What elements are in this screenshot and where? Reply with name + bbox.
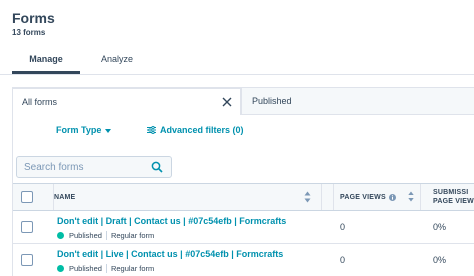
sort-icon[interactable] bbox=[408, 191, 414, 202]
info-icon[interactable] bbox=[388, 193, 396, 201]
page-title: Forms bbox=[12, 10, 55, 26]
status-badge: Published bbox=[69, 231, 102, 240]
column-page-views-label: PAGE VIEWS bbox=[340, 193, 386, 201]
submissions-cell: 0% bbox=[433, 222, 447, 232]
search-input[interactable] bbox=[24, 157, 149, 177]
select-all-checkbox[interactable] bbox=[21, 191, 33, 203]
view-tab-all-forms[interactable]: All forms bbox=[12, 88, 241, 115]
filter-icon bbox=[147, 126, 156, 134]
status-dot-icon bbox=[57, 232, 64, 239]
meta-separator bbox=[105, 231, 107, 240]
form-type-filter[interactable]: Form Type bbox=[56, 125, 112, 135]
meta-separator bbox=[105, 264, 107, 273]
page-views-cell: 0 bbox=[340, 255, 346, 265]
table-row: Don't edit | Draft | Contact us | #07c54… bbox=[13, 211, 474, 244]
close-icon[interactable] bbox=[222, 97, 232, 107]
sort-icon[interactable] bbox=[304, 191, 311, 203]
page-views-cell: 0 bbox=[340, 222, 346, 232]
form-type: Regular form bbox=[110, 264, 155, 273]
column-name-label: NAME bbox=[54, 193, 76, 201]
table-row: Don't edit | Live | Contact us | #07c54e… bbox=[13, 244, 474, 276]
form-name-link[interactable]: Don't edit | Draft | Contact us | #07c54… bbox=[57, 216, 286, 226]
column-header-page-views[interactable]: PAGE VIEWS bbox=[333, 184, 421, 210]
form-meta: Published Regular form bbox=[57, 231, 154, 240]
table-header: NAME PAGE VIEWS SUBMISSI PAGE VIEW bbox=[13, 183, 474, 211]
column-header-name[interactable]: NAME bbox=[53, 184, 321, 210]
row-checkbox[interactable] bbox=[21, 221, 33, 233]
advanced-filters-button[interactable]: Advanced filters (0) bbox=[147, 125, 244, 135]
tabs-divider bbox=[0, 74, 474, 75]
form-name-link[interactable]: Don't edit | Live | Contact us | #07c54e… bbox=[57, 249, 283, 259]
status-dot-icon bbox=[57, 265, 64, 272]
column-resize-handle[interactable] bbox=[321, 184, 333, 210]
forms-page: Forms 13 forms Manage Analyze All forms … bbox=[0, 0, 474, 276]
tab-analyze[interactable]: Analyze bbox=[92, 50, 142, 74]
view-tab-published[interactable]: Published bbox=[241, 88, 474, 115]
form-meta: Published Regular form bbox=[57, 264, 154, 273]
tab-manage[interactable]: Manage bbox=[12, 50, 80, 74]
forms-count: 13 forms bbox=[12, 28, 46, 37]
form-type: Regular form bbox=[110, 231, 155, 240]
chevron-down-icon bbox=[105, 128, 112, 133]
form-type-label: Form Type bbox=[56, 125, 102, 135]
search-box[interactable] bbox=[16, 156, 172, 178]
status-badge: Published bbox=[69, 264, 102, 273]
view-area: All forms Published Form Type Advanced f… bbox=[12, 87, 474, 276]
search-icon[interactable] bbox=[151, 161, 163, 173]
forms-panel: Form Type Advanced filters (0) Search fo… bbox=[13, 115, 474, 276]
view-tab-label: All forms bbox=[22, 97, 58, 107]
row-checkbox[interactable] bbox=[21, 254, 33, 266]
submissions-cell: 0% bbox=[433, 255, 447, 265]
advanced-filters-label: Advanced filters (0) bbox=[160, 125, 244, 135]
column-header-submissions[interactable]: SUBMISSI PAGE VIEW bbox=[421, 184, 474, 210]
